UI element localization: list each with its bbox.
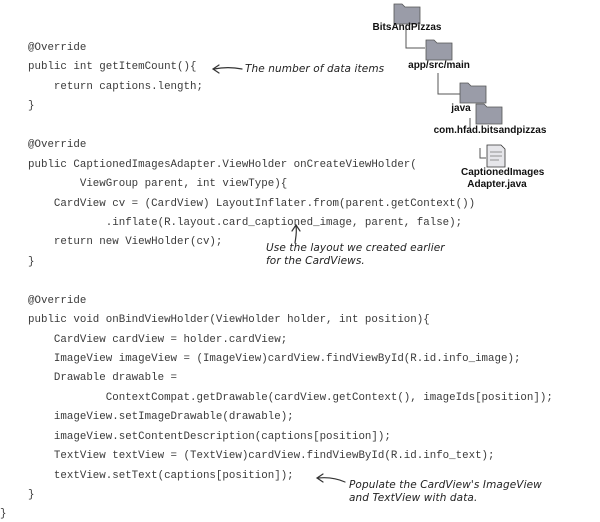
folder-icon-bitsandpizzas	[393, 3, 421, 25]
tree-package-label: com.hfad.bitsandpizzas	[433, 125, 547, 136]
folder-icon-app-src-main	[425, 39, 453, 61]
folder-icon-package	[475, 103, 503, 125]
tree-java-label: java	[451, 103, 471, 114]
java-file-icon	[486, 144, 506, 168]
folder-icon-java	[459, 82, 487, 104]
tree-src-label: app/src/main	[408, 60, 470, 71]
tree-file-label: CaptionedImages Adapter.java	[461, 167, 545, 190]
tree-root-label: BitsAndPizzas	[372, 22, 442, 33]
file-tree	[393, 3, 506, 168]
